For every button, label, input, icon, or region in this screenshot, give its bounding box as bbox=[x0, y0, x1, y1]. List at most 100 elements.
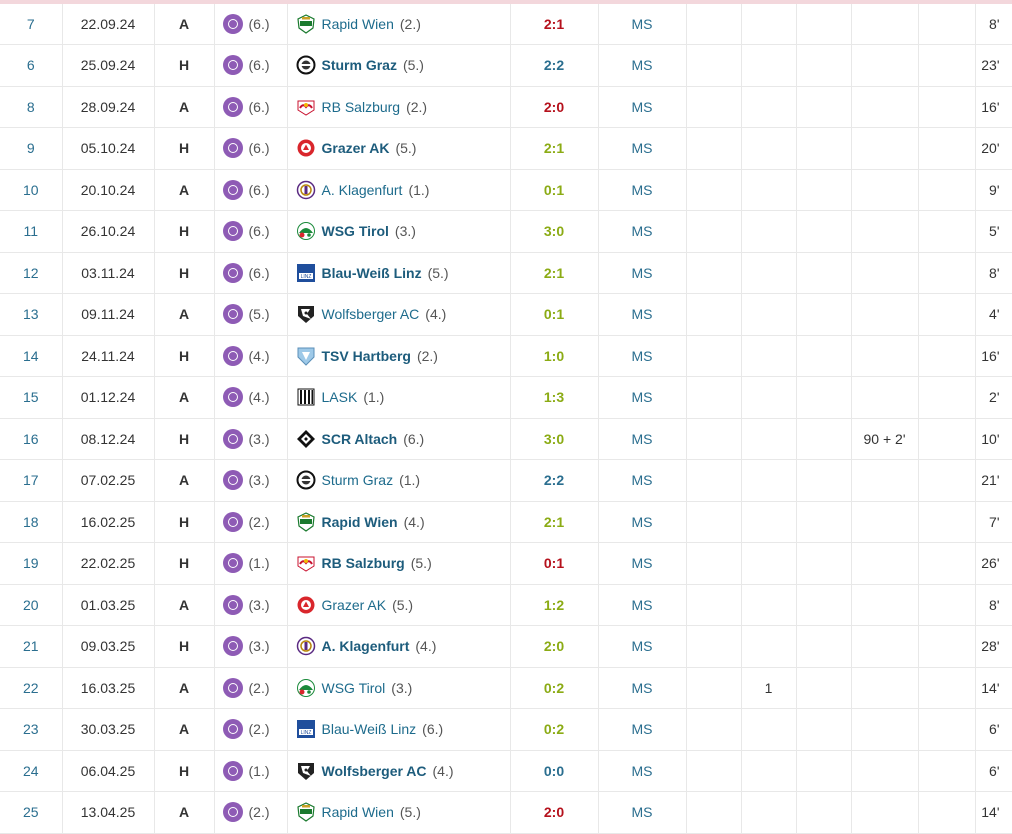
table-row-17[interactable]: 17 07.02.25 A (3.) Sturm Graz (1.) 2:2 MS… bbox=[0, 459, 1012, 502]
opponent-name-link[interactable]: A. Klagenfurt bbox=[322, 182, 403, 198]
wsg-tirol-crest-icon[interactable] bbox=[296, 221, 316, 241]
matchday-link[interactable]: 8 bbox=[0, 86, 63, 128]
opponent-name-link[interactable]: Rapid Wien bbox=[322, 804, 394, 820]
opponent-cell[interactable]: Rapid Wien (4.) bbox=[287, 501, 511, 543]
competition-link[interactable]: MS bbox=[598, 584, 687, 626]
table-row-16[interactable]: 16 08.12.24 H (3.) SCR Altach (6.) 3:0 MS… bbox=[0, 418, 1012, 460]
matchday-link[interactable]: 15 bbox=[0, 376, 63, 419]
competition-link[interactable]: MS bbox=[598, 625, 687, 668]
table-row-15[interactable]: 15 01.12.24 A (4.) LASK (1.) 1:3 MS 2' bbox=[0, 376, 1012, 419]
match-result-link[interactable]: 0:1 bbox=[510, 293, 599, 336]
matchday-link[interactable]: 10 bbox=[0, 169, 63, 211]
matchday-link[interactable]: 7 bbox=[0, 4, 63, 45]
wolfsberger-ac-crest-icon[interactable] bbox=[296, 304, 316, 324]
opponent-cell[interactable]: SCR Altach (6.) bbox=[287, 418, 511, 460]
competition-link[interactable]: MS bbox=[598, 293, 687, 336]
table-row-20[interactable]: 20 01.03.25 A (3.) Grazer AK (5.) 1:2 MS … bbox=[0, 584, 1012, 626]
rapid-wien-crest-icon[interactable] bbox=[296, 14, 316, 34]
competition-link[interactable]: MS bbox=[598, 750, 687, 792]
klagenfurt-crest-icon[interactable] bbox=[296, 636, 316, 656]
competition-link[interactable]: MS bbox=[598, 542, 687, 585]
opponent-name-link[interactable]: Sturm Graz bbox=[322, 57, 397, 73]
match-result-link[interactable]: 3:0 bbox=[510, 210, 599, 253]
competition-link[interactable]: MS bbox=[598, 86, 687, 128]
opponent-cell[interactable]: Wolfsberger AC (4.) bbox=[287, 750, 511, 792]
tsv-hartberg-crest-icon[interactable] bbox=[296, 346, 316, 366]
competition-link[interactable]: MS bbox=[598, 376, 687, 419]
opponent-name-link[interactable]: Wolfsberger AC bbox=[322, 306, 420, 322]
match-result-link[interactable]: 1:3 bbox=[510, 376, 599, 419]
match-result-link[interactable]: 1:2 bbox=[510, 584, 599, 626]
rb-salzburg-crest-icon[interactable] bbox=[296, 97, 316, 117]
matchday-link[interactable]: 24 bbox=[0, 750, 63, 792]
matchday-link[interactable]: 21 bbox=[0, 625, 63, 668]
opponent-name-link[interactable]: A. Klagenfurt bbox=[322, 638, 410, 654]
opponent-cell[interactable]: WSG Tirol (3.) bbox=[287, 667, 511, 709]
opponent-name-link[interactable]: RB Salzburg bbox=[322, 555, 405, 571]
rapid-wien-crest-icon[interactable] bbox=[296, 512, 316, 532]
matchday-link[interactable]: 20 bbox=[0, 584, 63, 626]
matchday-link[interactable]: 14 bbox=[0, 335, 63, 377]
match-result-link[interactable]: 2:1 bbox=[510, 252, 599, 294]
opponent-name-link[interactable]: Blau-Weiß Linz bbox=[322, 265, 422, 281]
grazer-ak-crest-icon[interactable] bbox=[296, 595, 316, 615]
competition-link[interactable]: MS bbox=[598, 459, 687, 502]
matchday-link[interactable]: 22 bbox=[0, 667, 63, 709]
table-row-23[interactable]: 23 30.03.25 A (2.) LINZ Blau-Weiß Linz (6.… bbox=[0, 708, 1012, 751]
opponent-cell[interactable]: WSG Tirol (3.) bbox=[287, 210, 511, 253]
match-result-link[interactable]: 2:1 bbox=[510, 4, 599, 45]
match-result-link[interactable]: 2:0 bbox=[510, 86, 599, 128]
matchday-link[interactable]: 6 bbox=[0, 44, 63, 87]
opponent-cell[interactable]: A. Klagenfurt (1.) bbox=[287, 169, 511, 211]
opponent-name-link[interactable]: SCR Altach bbox=[322, 431, 398, 447]
match-result-link[interactable]: 2:2 bbox=[510, 44, 599, 87]
table-row-14[interactable]: 14 24.11.24 H (4.) TSV Hartberg (2.) 1:0 … bbox=[0, 335, 1012, 377]
rb-salzburg-crest-icon[interactable] bbox=[296, 553, 316, 573]
opponent-cell[interactable]: A. Klagenfurt (4.) bbox=[287, 625, 511, 668]
matchday-link[interactable]: 23 bbox=[0, 708, 63, 751]
table-row-22[interactable]: 22 16.03.25 A (2.) WSG Tirol (3.) 0:2 MS … bbox=[0, 667, 1012, 709]
matchday-link[interactable]: 17 bbox=[0, 459, 63, 502]
sturm-graz-crest-icon[interactable] bbox=[296, 470, 316, 490]
competition-link[interactable]: MS bbox=[598, 708, 687, 751]
matchday-link[interactable]: 18 bbox=[0, 501, 63, 543]
opponent-cell[interactable]: Sturm Graz (5.) bbox=[287, 44, 511, 87]
competition-link[interactable]: MS bbox=[598, 335, 687, 377]
opponent-name-link[interactable]: Sturm Graz bbox=[322, 472, 394, 488]
opponent-name-link[interactable]: LASK bbox=[322, 389, 358, 405]
match-result-link[interactable]: 1:0 bbox=[510, 335, 599, 377]
opponent-name-link[interactable]: WSG Tirol bbox=[322, 680, 386, 696]
table-row-6[interactable]: 6 25.09.24 H (6.) Sturm Graz (5.) 2:2 MS … bbox=[0, 44, 1012, 87]
competition-link[interactable]: MS bbox=[598, 791, 687, 834]
match-result-link[interactable]: 0:1 bbox=[510, 542, 599, 585]
table-row-21[interactable]: 21 09.03.25 H (3.) A. Klagenfurt (4.) 2:0… bbox=[0, 625, 1012, 668]
opponent-name-link[interactable]: Rapid Wien bbox=[322, 514, 398, 530]
match-result-link[interactable]: 2:1 bbox=[510, 127, 599, 170]
competition-link[interactable]: MS bbox=[598, 667, 687, 709]
wolfsberger-ac-crest-icon[interactable] bbox=[296, 761, 316, 781]
opponent-name-link[interactable]: Rapid Wien bbox=[322, 16, 394, 32]
opponent-name-link[interactable]: Wolfsberger AC bbox=[322, 763, 427, 779]
opponent-name-link[interactable]: Grazer AK bbox=[322, 140, 390, 156]
table-row-18[interactable]: 18 16.02.25 H (2.) Rapid Wien (4.) 2:1 MS… bbox=[0, 501, 1012, 543]
matchday-link[interactable]: 9 bbox=[0, 127, 63, 170]
match-result-link[interactable]: 2:0 bbox=[510, 625, 599, 668]
sturm-graz-crest-icon[interactable] bbox=[296, 55, 316, 75]
table-row-19[interactable]: 19 22.02.25 H (1.) RB Salzburg (5.) 0:1 M… bbox=[0, 542, 1012, 585]
table-row-24[interactable]: 24 06.04.25 H (1.) Wolfsberger AC (4.) 0:… bbox=[0, 750, 1012, 792]
opponent-cell[interactable]: RB Salzburg (2.) bbox=[287, 86, 511, 128]
blau-weiss-linz-crest-icon[interactable]: LINZ bbox=[296, 719, 316, 739]
grazer-ak-crest-icon[interactable] bbox=[296, 138, 316, 158]
table-row-11[interactable]: 11 26.10.24 H (6.) WSG Tirol (3.) 3:0 MS … bbox=[0, 210, 1012, 253]
rapid-wien-crest-icon[interactable] bbox=[296, 802, 316, 822]
table-row-10[interactable]: 10 20.10.24 A (6.) A. Klagenfurt (1.) 0:1… bbox=[0, 169, 1012, 211]
table-row-13[interactable]: 13 09.11.24 A (5.) Wolfsberger AC (4.) 0:… bbox=[0, 293, 1012, 336]
opponent-name-link[interactable]: RB Salzburg bbox=[322, 99, 401, 115]
table-row-7[interactable]: 7 22.09.24 A (6.) Rapid Wien (2.) 2:1 MS … bbox=[0, 4, 1012, 45]
opponent-cell[interactable]: LINZ Blau-Weiß Linz (6.) bbox=[287, 708, 511, 751]
match-result-link[interactable]: 3:0 bbox=[510, 418, 599, 460]
opponent-cell[interactable]: TSV Hartberg (2.) bbox=[287, 335, 511, 377]
match-result-link[interactable]: 0:1 bbox=[510, 169, 599, 211]
competition-link[interactable]: MS bbox=[598, 4, 687, 45]
klagenfurt-crest-icon[interactable] bbox=[296, 180, 316, 200]
